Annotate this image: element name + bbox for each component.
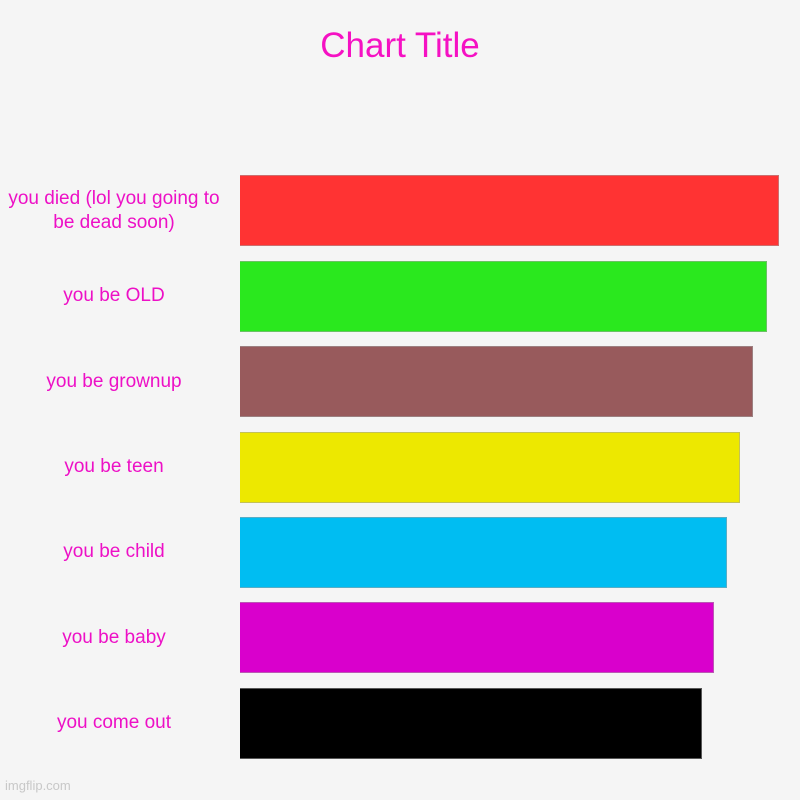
chart-title: Chart Title — [320, 26, 480, 65]
bar-segment — [240, 516, 728, 588]
bar-track — [232, 431, 800, 503]
bar-track — [232, 260, 800, 332]
imgflip-watermark: imgflip.com — [5, 778, 71, 793]
bar-segment — [240, 175, 779, 247]
bar-category-label: you be teen — [64, 456, 164, 477]
bar-track — [232, 175, 800, 247]
bar-category-label: you be baby — [62, 626, 166, 648]
bar-track — [232, 687, 800, 759]
bar-segment — [240, 687, 702, 759]
bar-track — [232, 602, 800, 674]
bar-chart: Chart Title you died (lol you going to b… — [0, 0, 800, 800]
bar-category-label: you be grownup — [46, 370, 182, 392]
bar-row: you be baby — [0, 602, 800, 674]
bar-segment — [240, 346, 753, 418]
bar-row: you died (lol you going to be dead soon) — [0, 175, 800, 247]
bar-segment — [240, 602, 715, 674]
plot-area: you died (lol you going to be dead soon)… — [0, 168, 800, 766]
bar-category-label: you died (lol you going to be dead soon) — [8, 187, 220, 233]
bar-row: you be OLD — [0, 260, 800, 332]
bar-track — [232, 516, 800, 588]
bar-category-label: you be OLD — [63, 285, 165, 307]
bar-segment — [240, 431, 741, 503]
bar-row: you be child — [0, 516, 800, 588]
bar-category-label: you be child — [63, 541, 165, 563]
bar-track — [232, 346, 800, 418]
bar-row: you be teen — [0, 431, 800, 503]
bar-row: you come out — [0, 687, 800, 759]
bar-segment — [240, 260, 767, 332]
bar-row: you be grownup — [0, 346, 800, 418]
bar-category-label: you come out — [56, 712, 172, 734]
